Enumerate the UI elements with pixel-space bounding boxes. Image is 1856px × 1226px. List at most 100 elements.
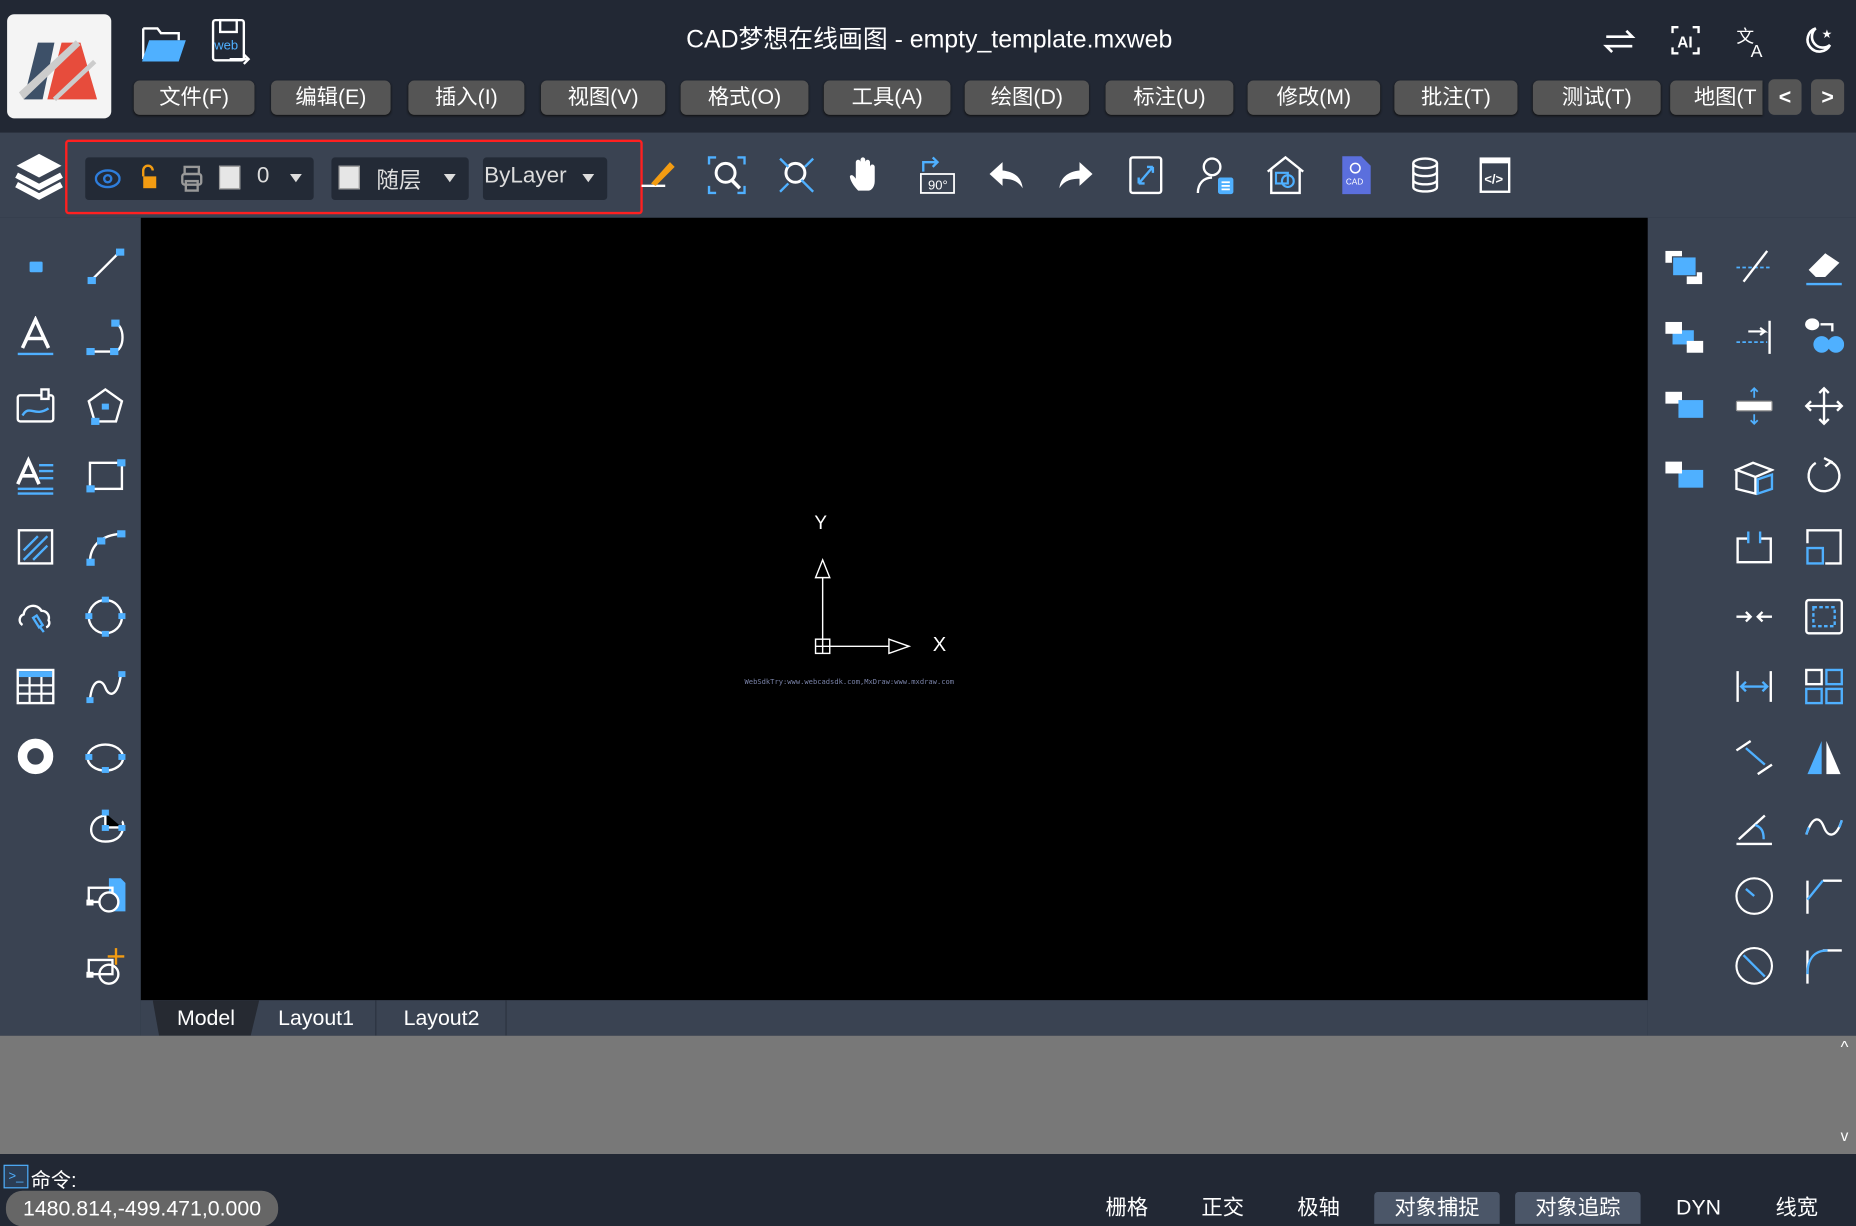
rotate-90-icon[interactable]: 90° bbox=[916, 155, 956, 195]
menu-map[interactable]: 地图(T bbox=[1670, 80, 1762, 114]
menu-annotate[interactable]: 批注(T) bbox=[1394, 80, 1517, 114]
3d-box-icon[interactable] bbox=[1734, 456, 1774, 496]
menu-prev-button[interactable]: < bbox=[1768, 79, 1801, 115]
bring-above-icon[interactable] bbox=[1663, 386, 1703, 426]
erase-icon[interactable] bbox=[1804, 246, 1844, 286]
angular-dimension-icon[interactable] bbox=[1734, 806, 1774, 846]
app-logo[interactable] bbox=[7, 14, 111, 118]
open-folder-icon[interactable] bbox=[140, 19, 187, 66]
polyline-icon[interactable] bbox=[85, 316, 125, 356]
insert-block-icon[interactable] bbox=[85, 876, 125, 916]
layer-select[interactable]: 0 bbox=[85, 157, 313, 200]
status-ortho[interactable]: 正交 bbox=[1190, 1192, 1256, 1224]
match-properties-icon[interactable] bbox=[639, 155, 679, 195]
join-icon[interactable] bbox=[1734, 597, 1774, 637]
translate-icon[interactable]: 文A bbox=[1735, 24, 1771, 60]
multiline-text-icon[interactable] bbox=[15, 456, 55, 496]
block-home-icon[interactable] bbox=[1265, 155, 1305, 195]
table-icon[interactable] bbox=[15, 666, 55, 706]
stretch-icon[interactable] bbox=[1734, 386, 1774, 426]
layer-visible-icon[interactable] bbox=[95, 167, 121, 191]
offset-curve-icon[interactable] bbox=[1804, 806, 1844, 846]
send-to-back-icon[interactable] bbox=[1663, 316, 1703, 356]
diameter-dimension-icon[interactable] bbox=[1734, 946, 1774, 986]
hatch-icon[interactable] bbox=[15, 527, 55, 567]
text-icon[interactable] bbox=[15, 316, 55, 356]
select-window-icon[interactable] bbox=[1804, 597, 1844, 637]
redo-icon[interactable] bbox=[1056, 155, 1096, 195]
tab-model[interactable]: Model bbox=[153, 1000, 260, 1036]
scroll-up-icon[interactable]: ^ bbox=[1841, 1037, 1849, 1056]
scroll-down-icon[interactable]: v bbox=[1841, 1127, 1849, 1145]
cad-file-icon[interactable]: CAD bbox=[1335, 155, 1375, 195]
fillet-icon[interactable] bbox=[1804, 946, 1844, 986]
copy-icon[interactable] bbox=[1804, 316, 1844, 356]
spline-icon[interactable] bbox=[85, 666, 125, 706]
chamfer-icon[interactable] bbox=[1804, 876, 1844, 916]
swap-icon[interactable] bbox=[1603, 26, 1636, 57]
circle-icon[interactable] bbox=[85, 597, 125, 637]
menu-next-button[interactable]: > bbox=[1811, 79, 1844, 115]
status-lineweight[interactable]: 线宽 bbox=[1764, 1192, 1830, 1224]
pan-hand-icon[interactable] bbox=[846, 155, 886, 195]
ellipse-arc-icon[interactable] bbox=[85, 806, 125, 846]
point-icon[interactable] bbox=[15, 246, 55, 286]
tab-layout1[interactable]: Layout1 bbox=[257, 1000, 377, 1036]
command-prompt[interactable]: 命令: bbox=[31, 1164, 77, 1194]
color-select[interactable]: 随层 bbox=[331, 157, 468, 200]
database-icon[interactable] bbox=[1405, 155, 1445, 195]
arc-icon[interactable] bbox=[85, 527, 125, 567]
move-icon[interactable] bbox=[1804, 386, 1844, 426]
scale-icon[interactable] bbox=[1804, 527, 1844, 567]
send-under-icon[interactable] bbox=[1663, 456, 1703, 496]
menu-dimension[interactable]: 标注(U) bbox=[1106, 80, 1234, 114]
status-osnap[interactable]: 对象捕捉 bbox=[1374, 1192, 1499, 1224]
user-list-icon[interactable] bbox=[1196, 155, 1236, 195]
zoom-extents-icon[interactable] bbox=[776, 155, 816, 195]
image-icon[interactable] bbox=[15, 386, 55, 426]
zoom-window-icon[interactable] bbox=[707, 155, 747, 195]
aligned-dimension-icon[interactable] bbox=[1734, 736, 1774, 776]
tab-layout2[interactable]: Layout2 bbox=[378, 1000, 507, 1036]
line-icon[interactable] bbox=[85, 246, 125, 286]
status-otrack[interactable]: 对象追踪 bbox=[1515, 1192, 1640, 1224]
status-dyn[interactable]: DYN bbox=[1663, 1192, 1734, 1224]
polygon-icon[interactable] bbox=[85, 386, 125, 426]
menu-draw[interactable]: 绘图(D) bbox=[965, 80, 1089, 114]
menu-file[interactable]: 文件(F) bbox=[134, 80, 255, 114]
rectangle-icon[interactable] bbox=[85, 456, 125, 496]
drawing-canvas[interactable]: Y X WebSdkTry:www.webcadsdk.com,MxDraw:w… bbox=[141, 218, 1648, 1000]
layer-unlock-icon[interactable] bbox=[140, 165, 159, 191]
array-icon[interactable] bbox=[1804, 666, 1844, 706]
donut-icon[interactable] bbox=[15, 736, 55, 776]
bring-to-front-icon[interactable] bbox=[1663, 246, 1703, 286]
ai-icon[interactable]: AI bbox=[1669, 24, 1702, 57]
trim-icon[interactable] bbox=[1734, 246, 1774, 286]
code-editor-icon[interactable]: </> bbox=[1475, 155, 1515, 195]
ellipse-icon[interactable] bbox=[85, 736, 125, 776]
menu-format[interactable]: 格式(O) bbox=[681, 80, 809, 114]
menu-tools[interactable]: 工具(A) bbox=[824, 80, 951, 114]
undo-icon[interactable] bbox=[986, 155, 1026, 195]
status-polar[interactable]: 极轴 bbox=[1285, 1192, 1351, 1224]
save-web-icon[interactable]: web bbox=[211, 17, 254, 67]
fullscreen-icon[interactable] bbox=[1126, 155, 1166, 195]
linear-dimension-icon[interactable] bbox=[1734, 666, 1774, 706]
extend-icon[interactable] bbox=[1734, 316, 1774, 356]
layer-print-icon[interactable] bbox=[180, 165, 204, 193]
dark-mode-icon[interactable]: ★ bbox=[1802, 24, 1835, 57]
menu-edit[interactable]: 编辑(E) bbox=[271, 80, 391, 114]
revision-cloud-icon[interactable] bbox=[15, 597, 55, 637]
menu-insert[interactable]: 插入(I) bbox=[408, 80, 524, 114]
linetype-select[interactable]: ByLayer bbox=[483, 157, 607, 200]
create-block-icon[interactable] bbox=[85, 946, 125, 986]
menu-modify[interactable]: 修改(M) bbox=[1248, 80, 1381, 114]
radius-dimension-icon[interactable] bbox=[1734, 876, 1774, 916]
menu-test[interactable]: 测试(T) bbox=[1533, 80, 1661, 114]
break-icon[interactable] bbox=[1734, 527, 1774, 567]
layers-icon[interactable] bbox=[14, 152, 64, 204]
status-grid[interactable]: 栅格 bbox=[1094, 1192, 1160, 1224]
mirror-icon[interactable] bbox=[1804, 736, 1844, 776]
rotate-icon[interactable] bbox=[1804, 456, 1844, 496]
command-history[interactable] bbox=[0, 1036, 1856, 1154]
